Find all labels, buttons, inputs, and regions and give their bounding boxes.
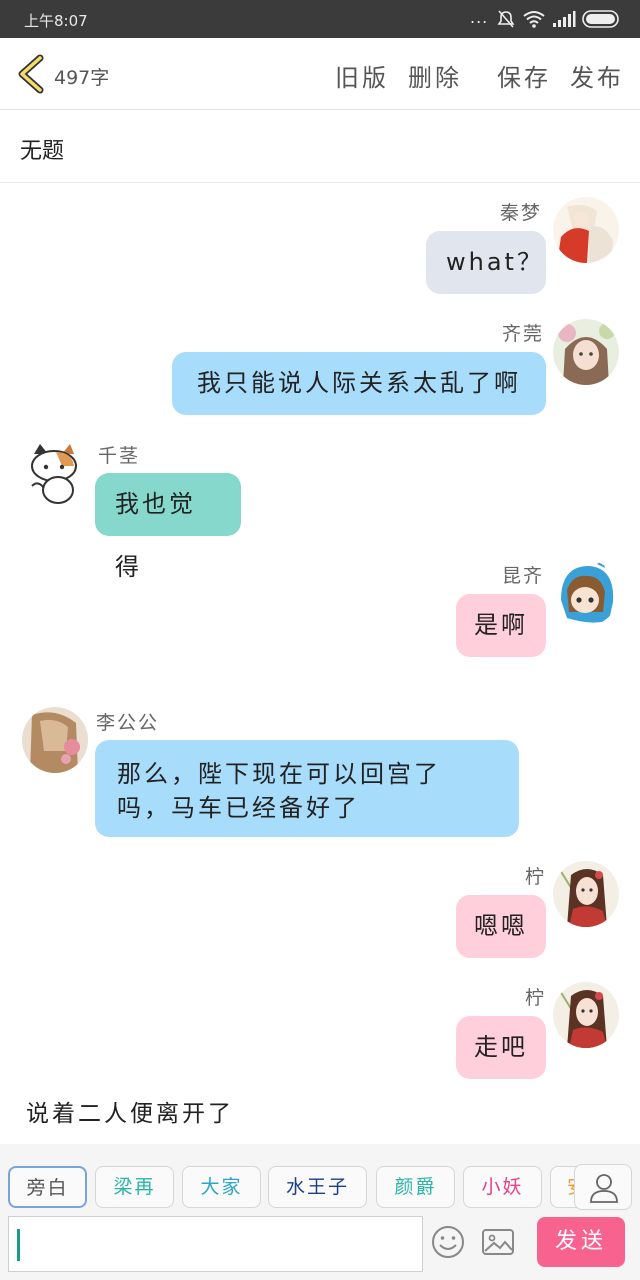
message-bubble[interactable]: 嗯嗯 <box>456 895 546 958</box>
message-text: 是啊 <box>474 611 528 639</box>
avatar[interactable] <box>553 560 619 626</box>
role-chip[interactable]: 小妖 <box>463 1166 542 1208</box>
avatar[interactable] <box>553 982 619 1048</box>
status-bar: 上午8:07 ... <box>0 0 640 38</box>
sender-name: 千茎 <box>98 445 141 467</box>
avatar-image <box>553 861 619 927</box>
avatar-image <box>22 707 88 773</box>
delete-button[interactable]: 删除 <box>408 58 462 93</box>
narration-text[interactable]: 说着二人便离开了 <box>26 1094 234 1128</box>
message-text: 走吧 <box>474 1033 528 1061</box>
role-chip-narrator[interactable]: 旁白 <box>8 1166 87 1208</box>
signal-icon <box>553 11 576 27</box>
send-button[interactable]: 发送 <box>537 1217 625 1267</box>
avatar[interactable] <box>22 707 88 773</box>
avatar[interactable] <box>553 319 619 385</box>
role-label: 梁再 <box>113 1176 156 1198</box>
role-label: 水王子 <box>285 1176 349 1198</box>
sender-name: 柠 <box>525 987 547 1009</box>
person-icon <box>590 1174 618 1203</box>
status-time: 上午8:07 <box>24 12 88 30</box>
message-bubble[interactable]: 我也觉得 <box>95 473 241 581</box>
word-count: 497字 <box>54 67 110 89</box>
message-bubble[interactable]: 是啊 <box>456 594 546 657</box>
message-text: 我只能说人际关系太乱了啊 <box>197 369 521 397</box>
message-bubble[interactable]: 我只能说人际关系太乱了啊 <box>172 352 546 415</box>
role-chip[interactable]: 水王子 <box>268 1166 367 1208</box>
message-input[interactable] <box>8 1216 423 1272</box>
sender-name: 齐莞 <box>502 323 545 345</box>
save-button[interactable]: 保存 <box>497 58 551 93</box>
editor-header: 497字 旧版 删除 保存 发布 <box>0 38 640 110</box>
role-chip[interactable]: 颜爵 <box>376 1166 455 1208</box>
character-manage-button[interactable] <box>574 1164 632 1210</box>
avatar-image <box>553 197 619 263</box>
avatar-image <box>553 319 619 385</box>
message-bubble[interactable]: what？ <box>426 231 546 294</box>
message-text: 嗯嗯 <box>474 912 528 940</box>
avatar[interactable] <box>22 440 88 506</box>
role-label: 颜爵 <box>394 1176 437 1198</box>
message-bubble[interactable]: 走吧 <box>456 1016 546 1079</box>
sender-name: 柠 <box>525 866 547 888</box>
avatar-image <box>22 440 88 506</box>
message-bubble[interactable]: 那么，陛下现在可以回宫了 吗，马车已经备好了 <box>95 740 519 837</box>
status-dots: ... <box>470 8 489 27</box>
role-chip[interactable]: 大家 <box>182 1166 261 1208</box>
avatar-image <box>553 560 619 626</box>
text-cursor <box>17 1229 20 1261</box>
compose-bar: 旁白 梁再 大家 水王子 颜爵 小妖 安 发送 <box>0 1144 640 1280</box>
battery-icon <box>582 10 619 28</box>
back-chevron-icon[interactable] <box>14 54 48 94</box>
role-label: 小妖 <box>481 1176 524 1198</box>
avatar[interactable] <box>553 197 619 263</box>
old-version-button[interactable]: 旧版 <box>335 58 389 93</box>
message-text-line: 那么，陛下现在可以回宫了 <box>117 760 441 788</box>
sender-name: 昆齐 <box>502 565 545 587</box>
publish-button[interactable]: 发布 <box>570 58 624 93</box>
role-label: 旁白 <box>26 1177 69 1199</box>
story-title: 无题 <box>20 139 65 164</box>
message-text: 我也觉得 <box>115 490 196 581</box>
emoji-icon[interactable] <box>430 1224 466 1260</box>
avatar[interactable] <box>553 861 619 927</box>
story-title-field[interactable]: 无题 <box>0 111 640 183</box>
wifi-icon <box>523 11 545 28</box>
message-text-line: 吗，马车已经备好了 <box>117 794 360 822</box>
message-text: what？ <box>446 248 544 276</box>
sender-name: 秦梦 <box>500 202 543 224</box>
role-chip[interactable]: 梁再 <box>95 1166 174 1208</box>
sender-name: 李公公 <box>96 712 160 734</box>
avatar-image <box>553 982 619 1048</box>
image-icon[interactable] <box>480 1224 516 1260</box>
mute-bell-icon <box>497 10 515 28</box>
role-label: 大家 <box>200 1176 243 1198</box>
